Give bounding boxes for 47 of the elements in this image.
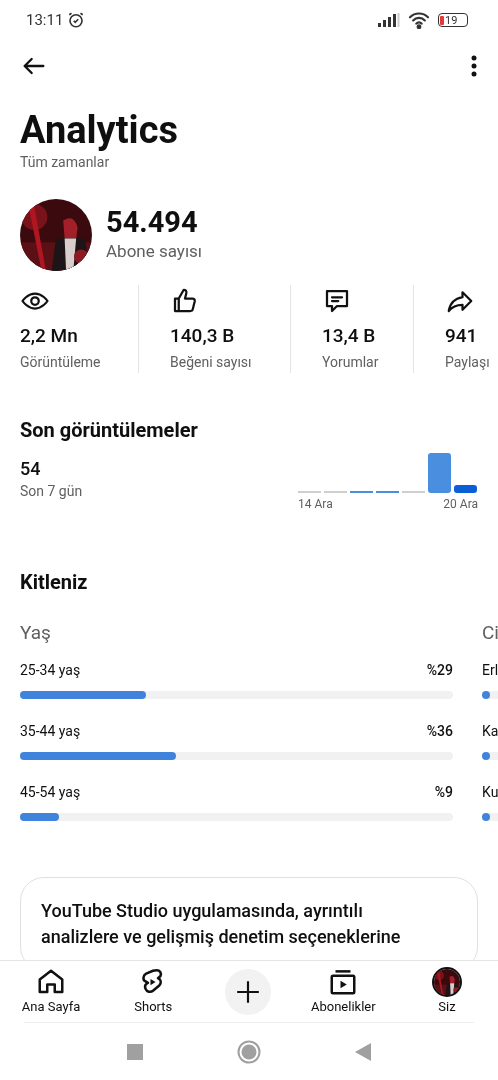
- period-label: Son 7 gün: [20, 482, 83, 501]
- gender-heading: Ci: [482, 621, 498, 644]
- signal-icon: [378, 13, 400, 27]
- age-group-label: 35-44 yaş: [20, 721, 81, 741]
- nav-tab[interactable]: Shorts: [122, 966, 185, 1017]
- nav-tab[interactable]: Abonelikler: [311, 966, 376, 1017]
- chart-axis-label: 20 Ara: [443, 496, 478, 513]
- gender-bar-fill: [482, 812, 490, 821]
- back-triangle-icon[interactable]: [355, 1042, 371, 1061]
- wifi-icon: [408, 11, 430, 29]
- age-group-label: 25-34 yaş: [20, 660, 81, 680]
- nav-tab[interactable]: Ana Sayfa: [20, 966, 82, 1017]
- stat-label: Paylaşı: [445, 352, 491, 372]
- recent-apps-icon[interactable]: [127, 1043, 143, 1060]
- subscriber-label: Abone sayısı: [106, 240, 203, 264]
- stat-value: 2,2 Mn: [20, 323, 79, 348]
- gender-label: Ka: [482, 721, 498, 741]
- subscriber-count: 54.494: [106, 205, 199, 240]
- stat-label: Yorumlar: [322, 352, 380, 372]
- home-circle-icon[interactable]: [237, 1039, 261, 1064]
- age-group-label: 45-54 yaş: [20, 782, 81, 802]
- age-group-percent: %29: [426, 660, 453, 680]
- gender-bar-fill: [482, 690, 490, 699]
- section-title: Kitleniz: [20, 569, 89, 596]
- section-title: Son görüntülemeler: [20, 417, 199, 444]
- stat-value: 941: [445, 323, 479, 348]
- page-title: Analytics: [20, 108, 179, 152]
- plus-icon: [234, 978, 261, 1005]
- chart-axis-label: 14 Ara: [298, 496, 333, 513]
- age-heading: Yaş: [20, 621, 51, 644]
- stat-value: 13,4 B: [322, 323, 377, 348]
- age-group-percent: %36: [426, 721, 453, 741]
- gender-label: Ku: [482, 782, 498, 802]
- alarm-icon: [67, 11, 86, 29]
- clock-time: 13:11: [26, 9, 64, 31]
- stat-label: Beğeni sayısı: [170, 352, 253, 372]
- age-group-percent: %9: [434, 782, 453, 802]
- stat-label: Görüntüleme: [20, 352, 102, 372]
- battery-indicator: 19: [438, 13, 468, 27]
- promo-text: YouTube Studio uygulamasında, ayrıntılı analizlere ve gelişmiş denetim seçeneklerine: [41, 898, 402, 949]
- recent-views-count: 54: [20, 457, 42, 481]
- gender-label: Erl: [482, 660, 498, 680]
- stat-value: 140,3 B: [170, 323, 236, 348]
- more-options-icon[interactable]: [470, 54, 478, 78]
- nav-tab[interactable]: Siz: [415, 966, 478, 1017]
- time-range-label: Tüm zamanlar: [20, 153, 111, 172]
- gender-bar-fill: [482, 751, 490, 760]
